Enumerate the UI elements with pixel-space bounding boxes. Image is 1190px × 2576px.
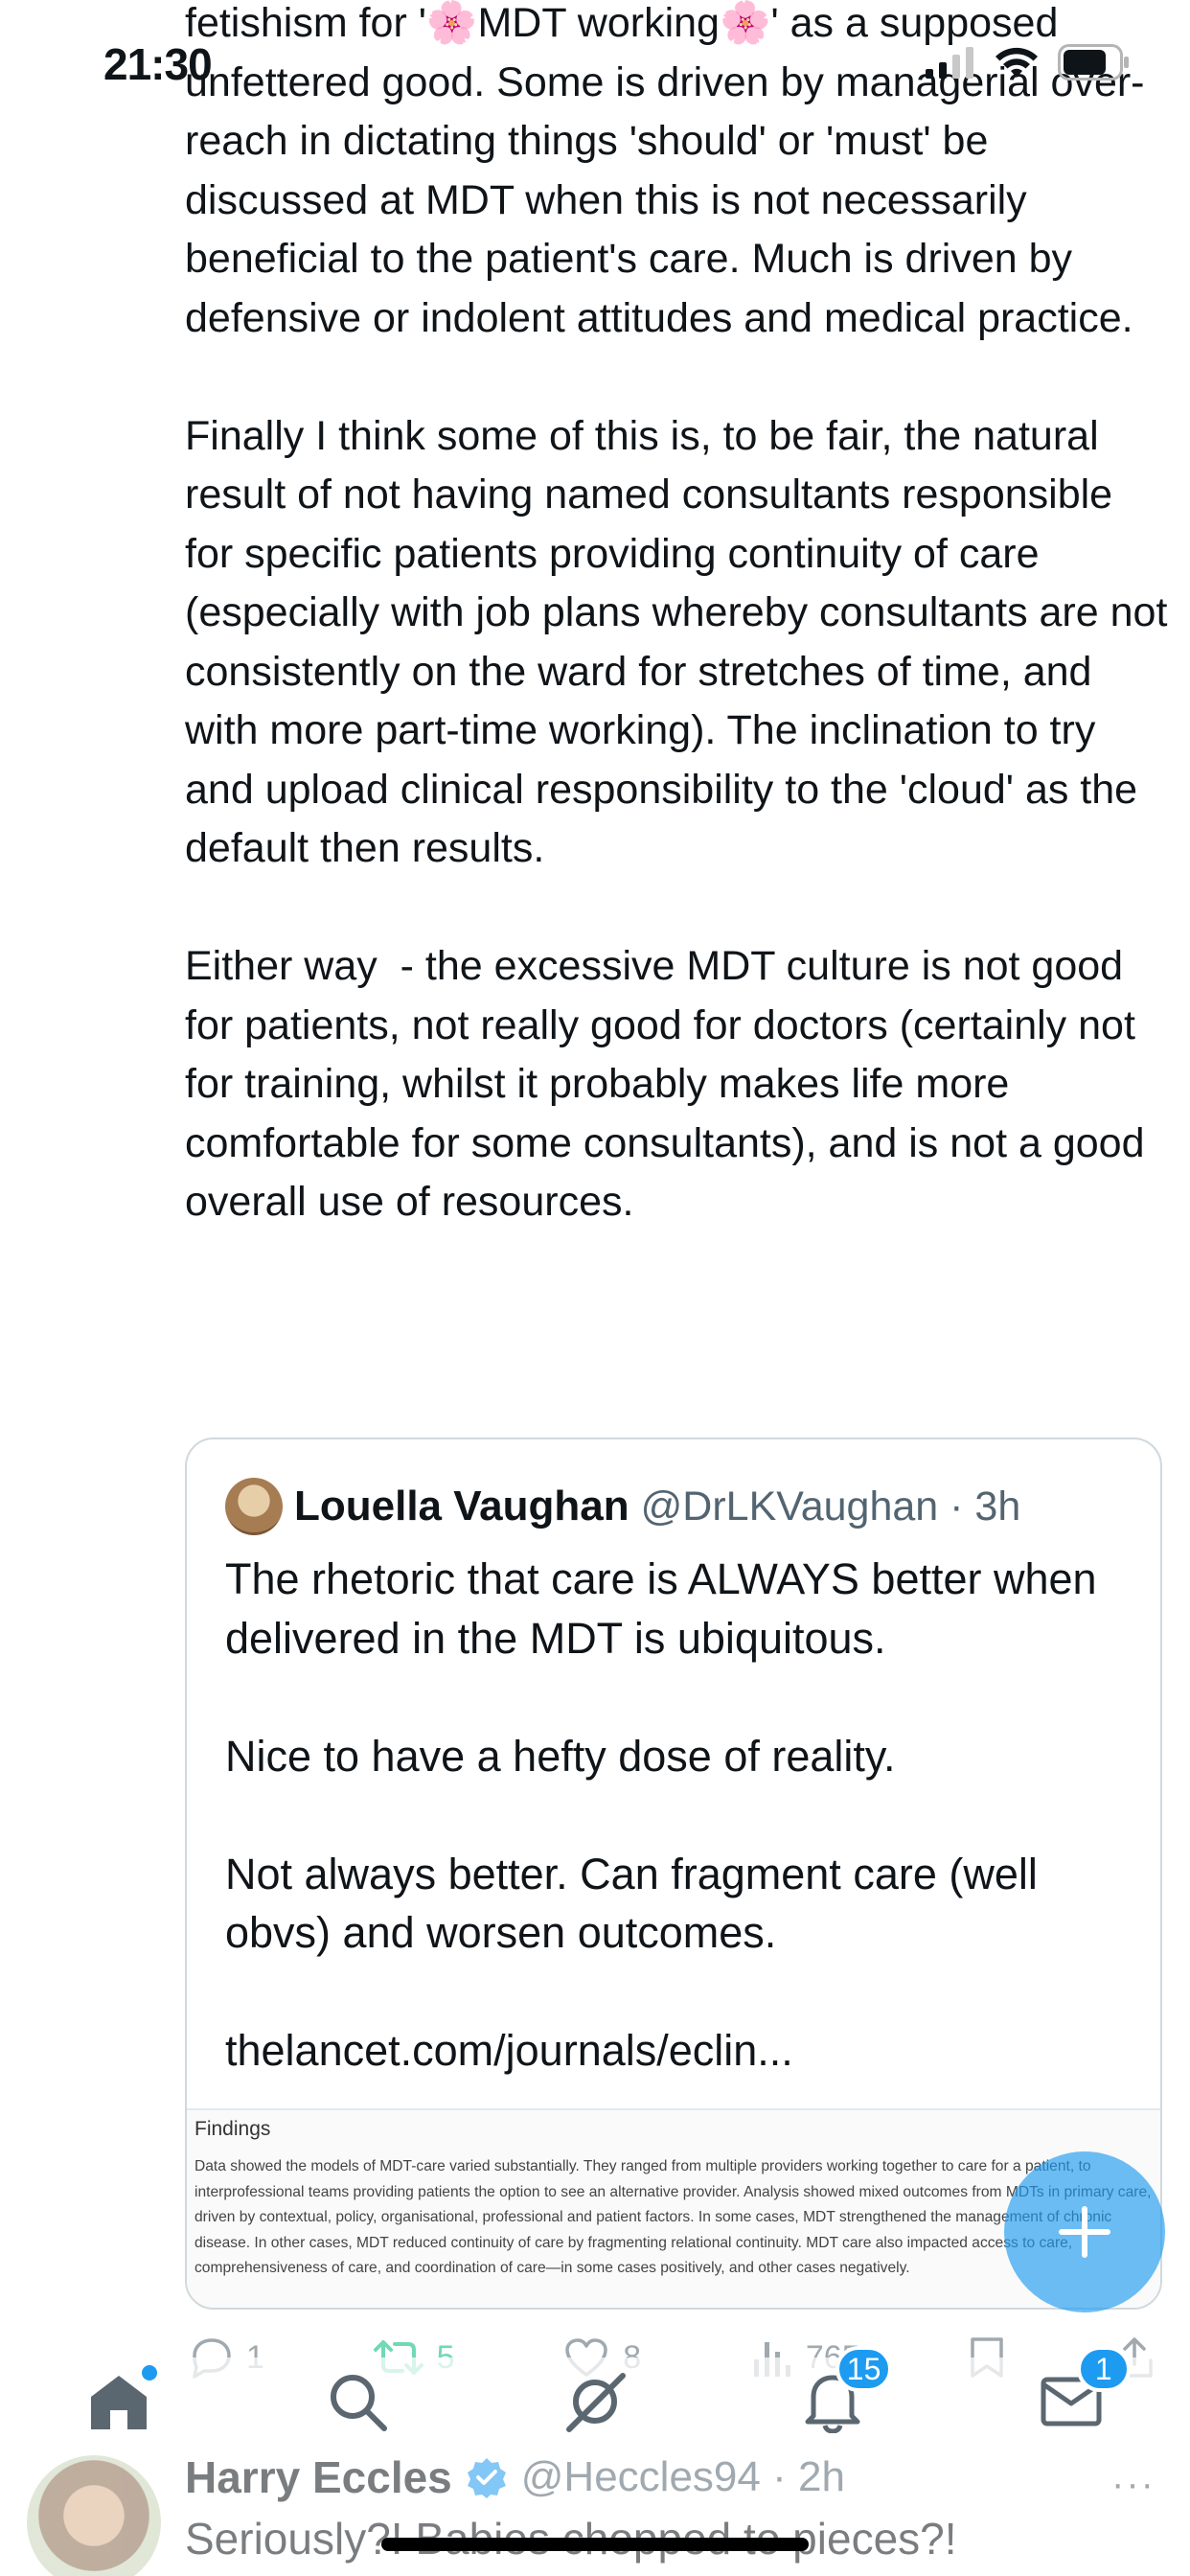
next-author-name[interactable]: Harry Eccles: [185, 2451, 452, 2503]
tab-grok[interactable]: [557, 2363, 633, 2440]
home-indicator[interactable]: [381, 2538, 809, 2551]
battery-icon: [1058, 44, 1129, 80]
tweet-body: fetishism for '🌸MDT working🌸' as a suppo…: [185, 0, 1172, 1232]
next-author-handle: @Heccles94 · 2h: [520, 2453, 845, 2500]
avatar[interactable]: [225, 1478, 283, 1535]
quote-author-handle: @DrLKVaughan · 3h: [640, 1483, 1021, 1530]
findings-title: Findings: [195, 2118, 271, 2140]
tab-messages[interactable]: 1: [1033, 2346, 1131, 2440]
wifi-icon: [995, 47, 1038, 78]
plus-icon: [1059, 2206, 1110, 2258]
verified-badge-icon: [467, 2458, 506, 2498]
bottom-tab-bar: 15 1: [0, 2346, 1190, 2446]
tweet-paragraph: Either way - the excessive MDT culture i…: [185, 943, 1156, 1225]
quote-author-name[interactable]: Louella Vaughan: [294, 1483, 629, 1530]
status-time: 21:30: [103, 39, 213, 89]
quote-paragraph: Not always better. Can fragment care (we…: [225, 1849, 1050, 1958]
notifications-badge: 15: [835, 2346, 893, 2392]
quote-link[interactable]: thelancet.com/journals/eclin...: [225, 2021, 1145, 2081]
quoted-tweet-card[interactable]: Louella Vaughan @DrLKVaughan · 3h The rh…: [185, 1438, 1162, 2310]
tab-notifications[interactable]: 15: [794, 2346, 893, 2440]
quote-paragraph: The rhetoric that care is ALWAYS better …: [225, 1554, 1110, 1663]
signal-icon: [926, 47, 973, 79]
home-icon: [91, 2376, 148, 2429]
tab-search[interactable]: [319, 2363, 396, 2440]
next-tweet[interactable]: Harry Eccles @Heccles94 · 2h ··· Serious…: [0, 2446, 1190, 2576]
grok-icon: [565, 2373, 626, 2432]
quote-paragraph: Nice to have a hefty dose of reality.: [225, 1731, 896, 1781]
quote-header: Louella Vaughan @DrLKVaughan · 3h: [225, 1478, 1020, 1535]
status-icons: [924, 44, 1131, 80]
home-unread-dot: [142, 2365, 158, 2380]
next-tweet-header: Harry Eccles @Heccles94 · 2h: [185, 2451, 845, 2503]
tab-home[interactable]: [80, 2363, 158, 2440]
messages-badge: 1: [1076, 2346, 1131, 2392]
compose-button[interactable]: [1004, 2151, 1165, 2312]
search-icon: [330, 2375, 387, 2431]
tweet-paragraph: Finally I think some of this is, to be f…: [185, 412, 1179, 872]
quote-body: The rhetoric that care is ALWAYS better …: [225, 1550, 1145, 2081]
avatar[interactable]: [27, 2455, 161, 2576]
more-options-button[interactable]: ···: [1111, 2463, 1156, 2506]
